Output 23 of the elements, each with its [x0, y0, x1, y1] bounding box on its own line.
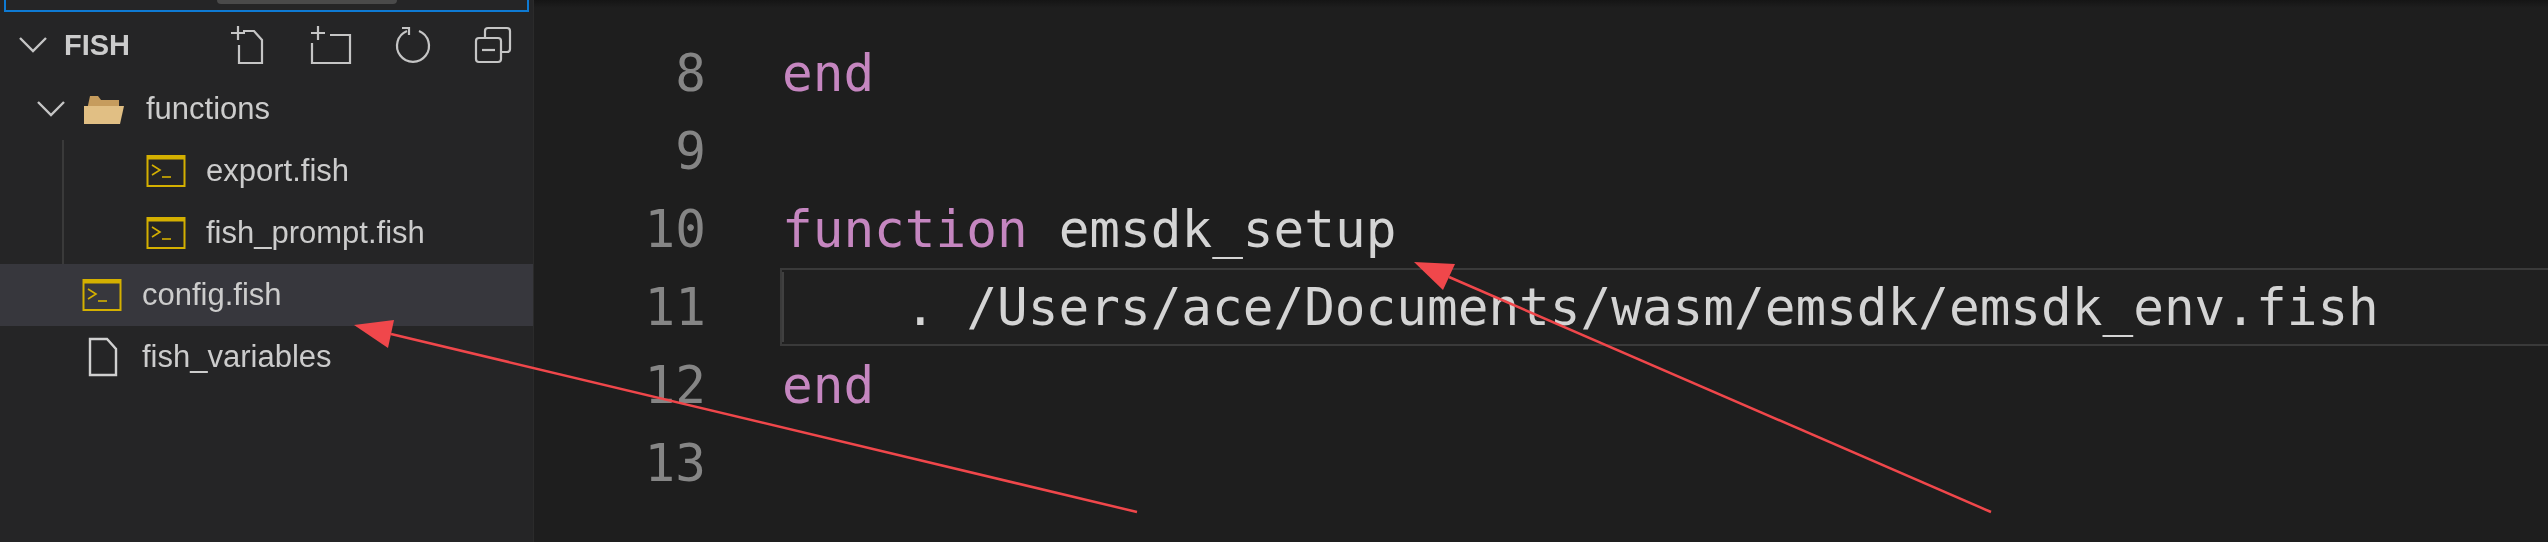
- code-token: emsdk_setup: [1058, 199, 1397, 259]
- code-token: end: [782, 355, 875, 415]
- tree-item[interactable]: fish_prompt.fish: [0, 202, 533, 264]
- tree-item[interactable]: config.fish: [0, 264, 533, 326]
- new-folder-icon[interactable]: [309, 25, 353, 65]
- line-number: 10: [643, 199, 706, 259]
- code-token: end: [782, 43, 875, 103]
- line-number: 8: [674, 43, 706, 103]
- code-token: function: [782, 199, 1028, 259]
- line-number: 13: [643, 433, 706, 493]
- chevron-icon[interactable]: [18, 35, 48, 55]
- terminal-icon: [146, 216, 186, 250]
- terminal-icon: [146, 154, 186, 188]
- collapse-all-icon[interactable]: [473, 25, 513, 65]
- tree-item[interactable]: fish_variables: [0, 326, 533, 388]
- refresh-icon[interactable]: [393, 25, 433, 65]
- terminal-icon: [82, 278, 122, 312]
- line-number: 11: [643, 277, 706, 337]
- tree-item[interactable]: functions: [0, 78, 533, 140]
- line-number: 9: [674, 121, 706, 181]
- section-title: FISH: [64, 28, 131, 62]
- line-number: 12: [643, 355, 706, 415]
- tree-item[interactable]: export.fish: [0, 140, 533, 202]
